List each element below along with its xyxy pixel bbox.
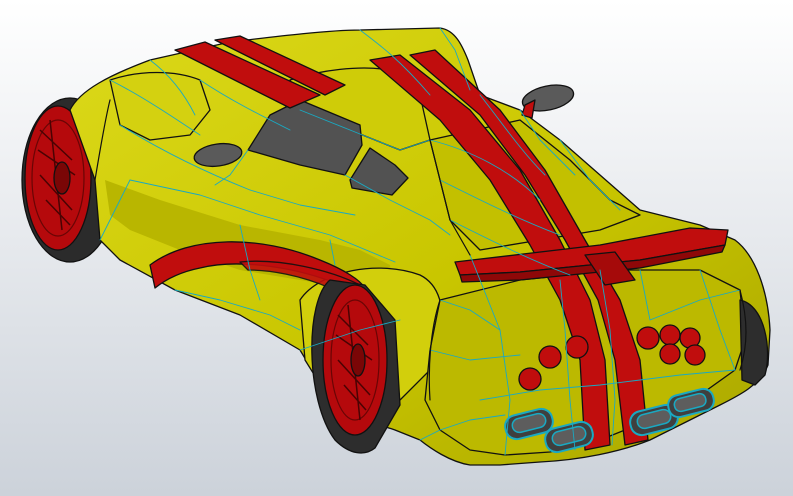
sports-car-cad-model-icon[interactable] <box>0 0 793 496</box>
cad-viewport[interactable] <box>0 0 793 496</box>
